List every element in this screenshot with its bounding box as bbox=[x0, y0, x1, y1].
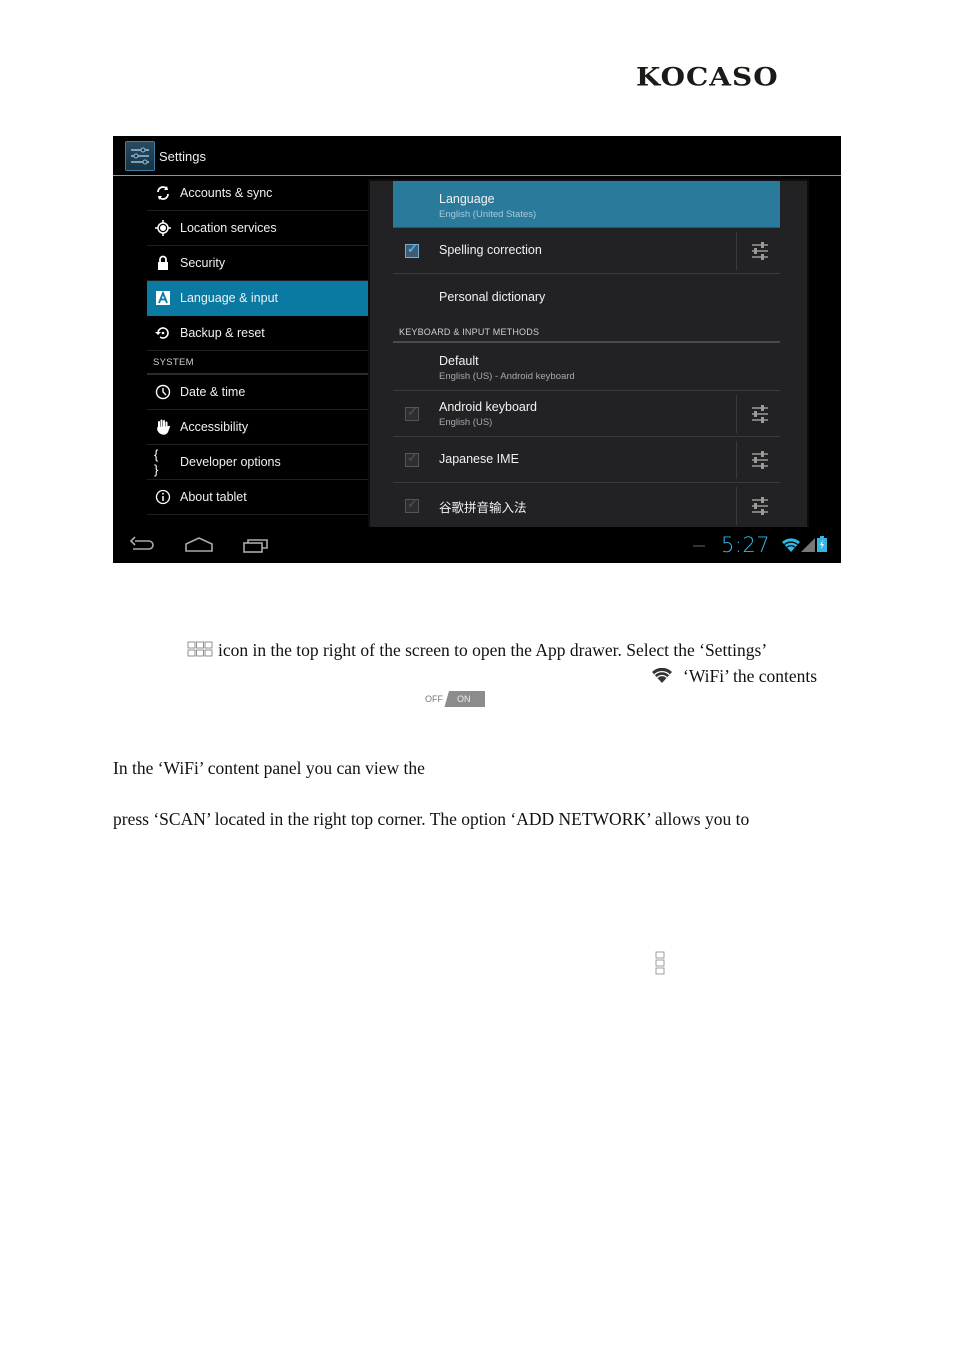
language-title: Language bbox=[439, 192, 495, 206]
spelling-correction-row[interactable]: ✓ Spelling correction bbox=[393, 228, 780, 274]
input-method-row[interactable]: ✓ 谷歌拼音输入法 bbox=[393, 483, 780, 527]
settings-sliders-icon[interactable] bbox=[750, 451, 770, 469]
personal-dictionary-row[interactable]: Personal dictionary bbox=[393, 274, 780, 319]
default-keyboard-row[interactable]: Default English (US) - Android keyboard bbox=[393, 345, 780, 391]
instruction-line-3: In the ‘WiFi’ content panel you can view… bbox=[113, 758, 425, 778]
japanese-ime-checkbox[interactable]: ✓ bbox=[405, 450, 419, 467]
input-method-row[interactable]: ✓ Japanese IME bbox=[393, 437, 780, 483]
sidebar-item-developer-options[interactable]: { } Developer options bbox=[147, 445, 368, 480]
sidebar-item-security[interactable]: Security bbox=[147, 246, 368, 281]
divider bbox=[736, 232, 737, 270]
instruction-line-1: icon in the top right of the screen to o… bbox=[218, 640, 768, 660]
lock-icon bbox=[154, 254, 172, 272]
menu-overflow-icon bbox=[654, 951, 666, 980]
android-keyboard-checkbox[interactable]: ✓ bbox=[405, 404, 419, 421]
wifi-icon bbox=[652, 667, 672, 688]
personal-dictionary-title: Personal dictionary bbox=[439, 290, 546, 304]
sidebar-item-about-tablet[interactable]: About tablet bbox=[147, 480, 368, 515]
recent-apps-icon[interactable] bbox=[243, 535, 269, 555]
kocaso-logo: KOCASO bbox=[636, 62, 779, 92]
tablet-screenshot: Settings Accounts & sync Location servic… bbox=[113, 136, 841, 563]
status-clock: 5:27 bbox=[721, 533, 771, 557]
clock-icon bbox=[154, 383, 172, 401]
divider bbox=[736, 487, 737, 525]
spelling-correction-title: Spelling correction bbox=[439, 243, 542, 257]
back-icon[interactable] bbox=[129, 535, 155, 555]
divider bbox=[736, 441, 737, 479]
input-method-row[interactable]: ✓ Android keyboard English (US) bbox=[393, 391, 780, 437]
instruction-line-4: press ‘SCAN’ located in the right top co… bbox=[113, 809, 750, 829]
settings-sliders-icon[interactable] bbox=[750, 405, 770, 423]
spelling-correction-checkbox[interactable]: ✓ bbox=[405, 241, 419, 258]
toggle-off-label: OFF bbox=[419, 691, 449, 707]
sidebar-item-label: Backup & reset bbox=[180, 326, 265, 340]
sidebar-item-label: Language & input bbox=[180, 291, 279, 305]
sidebar-item-label: Date & time bbox=[180, 385, 246, 399]
input-method-title: Japanese IME bbox=[439, 452, 519, 466]
sidebar-item-language-input[interactable]: Language & input bbox=[147, 281, 368, 316]
sidebar-item-date-time[interactable]: Date & time bbox=[147, 375, 368, 410]
location-icon bbox=[154, 219, 172, 237]
system-section-header: SYSTEM bbox=[147, 351, 368, 375]
sidebar-item-label: About tablet bbox=[180, 490, 247, 504]
language-row[interactable]: Language English (United States) bbox=[393, 181, 780, 228]
input-method-subtitle: English (US) bbox=[439, 417, 493, 428]
system-navigation-bar: 5:27 bbox=[113, 527, 841, 563]
default-title: Default bbox=[439, 354, 479, 368]
hand-icon bbox=[154, 418, 172, 436]
action-bar-title: Settings bbox=[159, 149, 206, 164]
sidebar-item-label: Developer options bbox=[180, 455, 281, 469]
wifi-icon bbox=[782, 538, 800, 557]
wifi-toggle-switch: OFF ON bbox=[419, 691, 485, 707]
sidebar-item-backup-reset[interactable]: Backup & reset bbox=[147, 316, 368, 351]
action-bar: Settings bbox=[113, 136, 841, 176]
sidebar-item-label: Security bbox=[180, 256, 226, 270]
settings-app-icon[interactable] bbox=[125, 141, 155, 171]
signal-icon bbox=[801, 538, 815, 557]
settings-sliders-icon[interactable] bbox=[750, 497, 770, 515]
settings-sidebar: Accounts & sync Location services Securi… bbox=[147, 176, 368, 515]
notification-dash bbox=[693, 545, 705, 547]
keyboard-input-methods-header: KEYBOARD & INPUT METHODS bbox=[393, 327, 780, 343]
default-subtitle: English (US) - Android keyboard bbox=[439, 371, 575, 382]
input-method-title: 谷歌拼音输入法 bbox=[439, 501, 527, 515]
sidebar-item-accessibility[interactable]: Accessibility bbox=[147, 410, 368, 445]
braces-icon: { } bbox=[154, 447, 162, 477]
sidebar-item-label: Accounts & sync bbox=[180, 186, 273, 200]
language-input-panel: Language English (United States) ✓ Spell… bbox=[368, 179, 809, 530]
settings-sliders-icon[interactable] bbox=[750, 242, 770, 260]
info-icon bbox=[154, 488, 172, 506]
sync-icon bbox=[154, 184, 172, 202]
divider bbox=[736, 395, 737, 433]
language-subtitle: English (United States) bbox=[439, 209, 537, 220]
instruction-line-2: ‘WiFi’ the contents bbox=[683, 666, 818, 686]
battery-charging-icon bbox=[817, 536, 827, 557]
sidebar-item-label: Location services bbox=[180, 221, 277, 235]
toggle-on-label: ON bbox=[457, 694, 471, 704]
home-icon[interactable] bbox=[185, 535, 213, 555]
app-drawer-icon bbox=[187, 641, 213, 662]
sidebar-item-accounts-sync[interactable]: Accounts & sync bbox=[147, 176, 368, 211]
language-icon bbox=[154, 289, 172, 307]
input-method-title: Android keyboard bbox=[439, 400, 537, 414]
backup-icon bbox=[154, 324, 172, 342]
sidebar-item-location-services[interactable]: Location services bbox=[147, 211, 368, 246]
sidebar-item-label: Accessibility bbox=[180, 420, 249, 434]
google-pinyin-checkbox[interactable]: ✓ bbox=[405, 496, 419, 513]
